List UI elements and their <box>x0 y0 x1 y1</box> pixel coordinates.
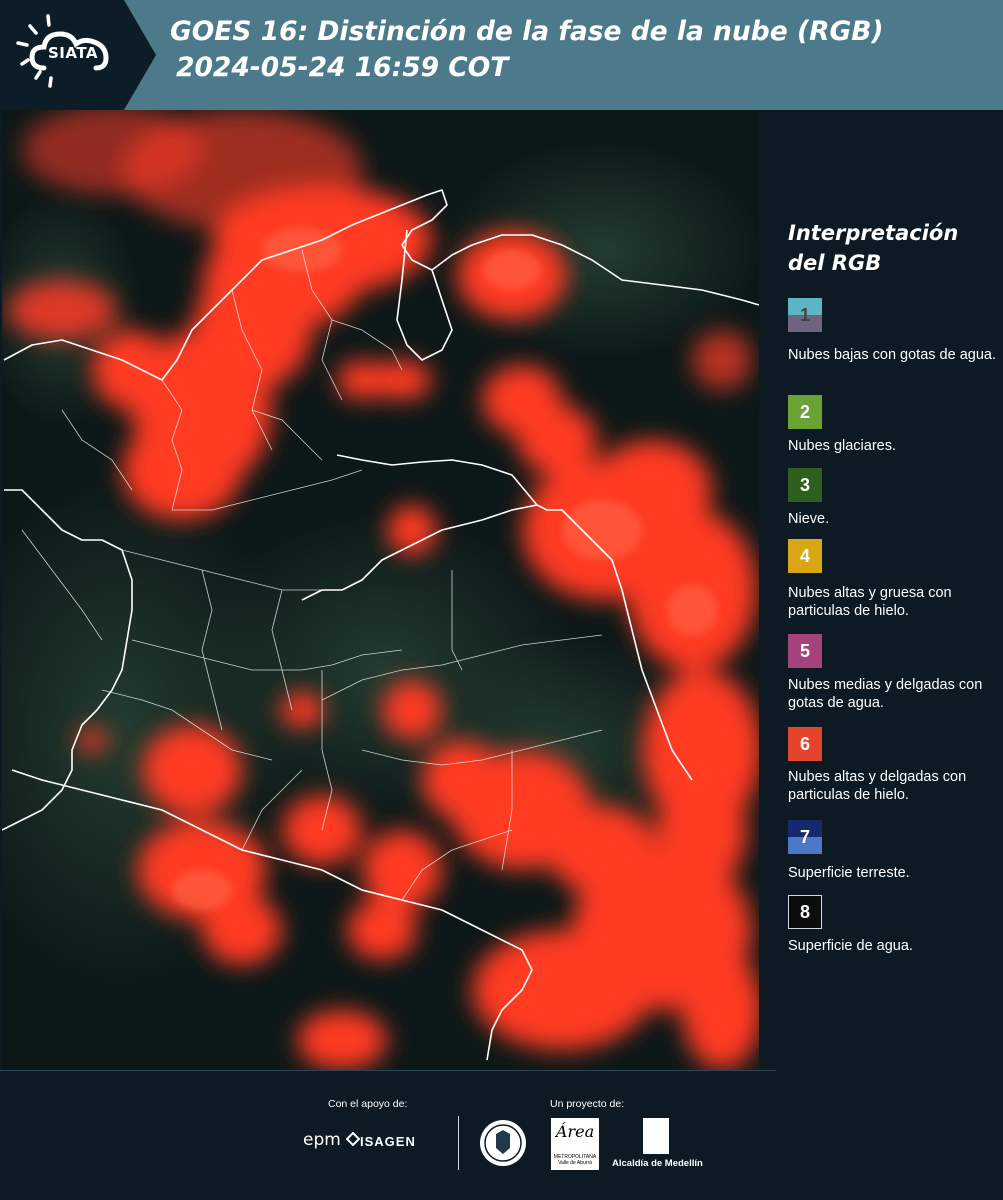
legend-label-8: Superficie de agua. <box>788 938 913 954</box>
logo-divider <box>458 1116 459 1170</box>
isagen-mark-icon <box>346 1132 360 1146</box>
legend-label-6: Nubes altas y delgadas con particulas de… <box>788 769 967 803</box>
legend-swatch-4: 4 <box>788 539 822 573</box>
seal-logo-icon[interactable] <box>478 1118 528 1168</box>
legend-label-4: Nubes altas y gruesa con particulas de h… <box>788 585 952 619</box>
footer: Con el apoyo de: Un proyecto de: epm ISA… <box>0 1070 1003 1200</box>
legend-swatch-7: 7 <box>788 820 822 854</box>
legend-title: Interpretación del RGB <box>788 221 959 275</box>
title-line-2: 2024-05-24 16:59 COT <box>176 52 509 83</box>
legend-panel: Interpretación del RGB 1 Nubes bajas con… <box>762 110 1003 1070</box>
support-label: Con el apoyo de: <box>328 1098 408 1110</box>
siata-logo[interactable]: SIATA <box>0 0 156 110</box>
header-bar: SIATA GOES 16: Distinción de la fase de … <box>0 0 1003 110</box>
legend-label-3: Nieve. <box>788 511 830 527</box>
area-logo-subtext: METROPOLITANA Valle de Aburrá <box>553 1154 597 1166</box>
epm-logo[interactable]: epm <box>303 1130 341 1150</box>
satellite-rgb-map[interactable] <box>2 110 759 1070</box>
isagen-logo[interactable]: ISAGEN <box>360 1134 416 1149</box>
legend-label-5: Nubes medias y delgadas con gotas de agu… <box>788 677 983 711</box>
alcaldia-shield-icon <box>643 1118 669 1154</box>
alcaldia-logo-text[interactable]: Alcaldía de Medellín <box>612 1158 703 1169</box>
map-svg <box>2 110 759 1070</box>
legend-swatch-3: 3 <box>788 468 822 502</box>
legend-label-7: Superficie terreste. <box>788 865 910 881</box>
footer-divider <box>0 1070 776 1071</box>
title-line-1: GOES 16: Distinción de la fase de la nub… <box>170 16 884 47</box>
legend-label-2: Nubes glaciares. <box>788 438 896 454</box>
legend-swatch-1: 1 <box>788 298 822 332</box>
legend-label-1: Nubes bajas con gotas de agua. <box>788 347 996 363</box>
legend-swatch-6: 6 <box>788 727 822 761</box>
project-label: Un proyecto de: <box>550 1098 625 1110</box>
page-title: GOES 16: Distinción de la fase de la nub… <box>170 14 884 86</box>
legend-swatch-5: 5 <box>788 634 822 668</box>
legend-swatch-2: 2 <box>788 395 822 429</box>
logo-text: SIATA <box>48 44 99 62</box>
legend-swatch-8: 8 <box>788 895 822 929</box>
area-logo-text: Área <box>555 1122 595 1141</box>
